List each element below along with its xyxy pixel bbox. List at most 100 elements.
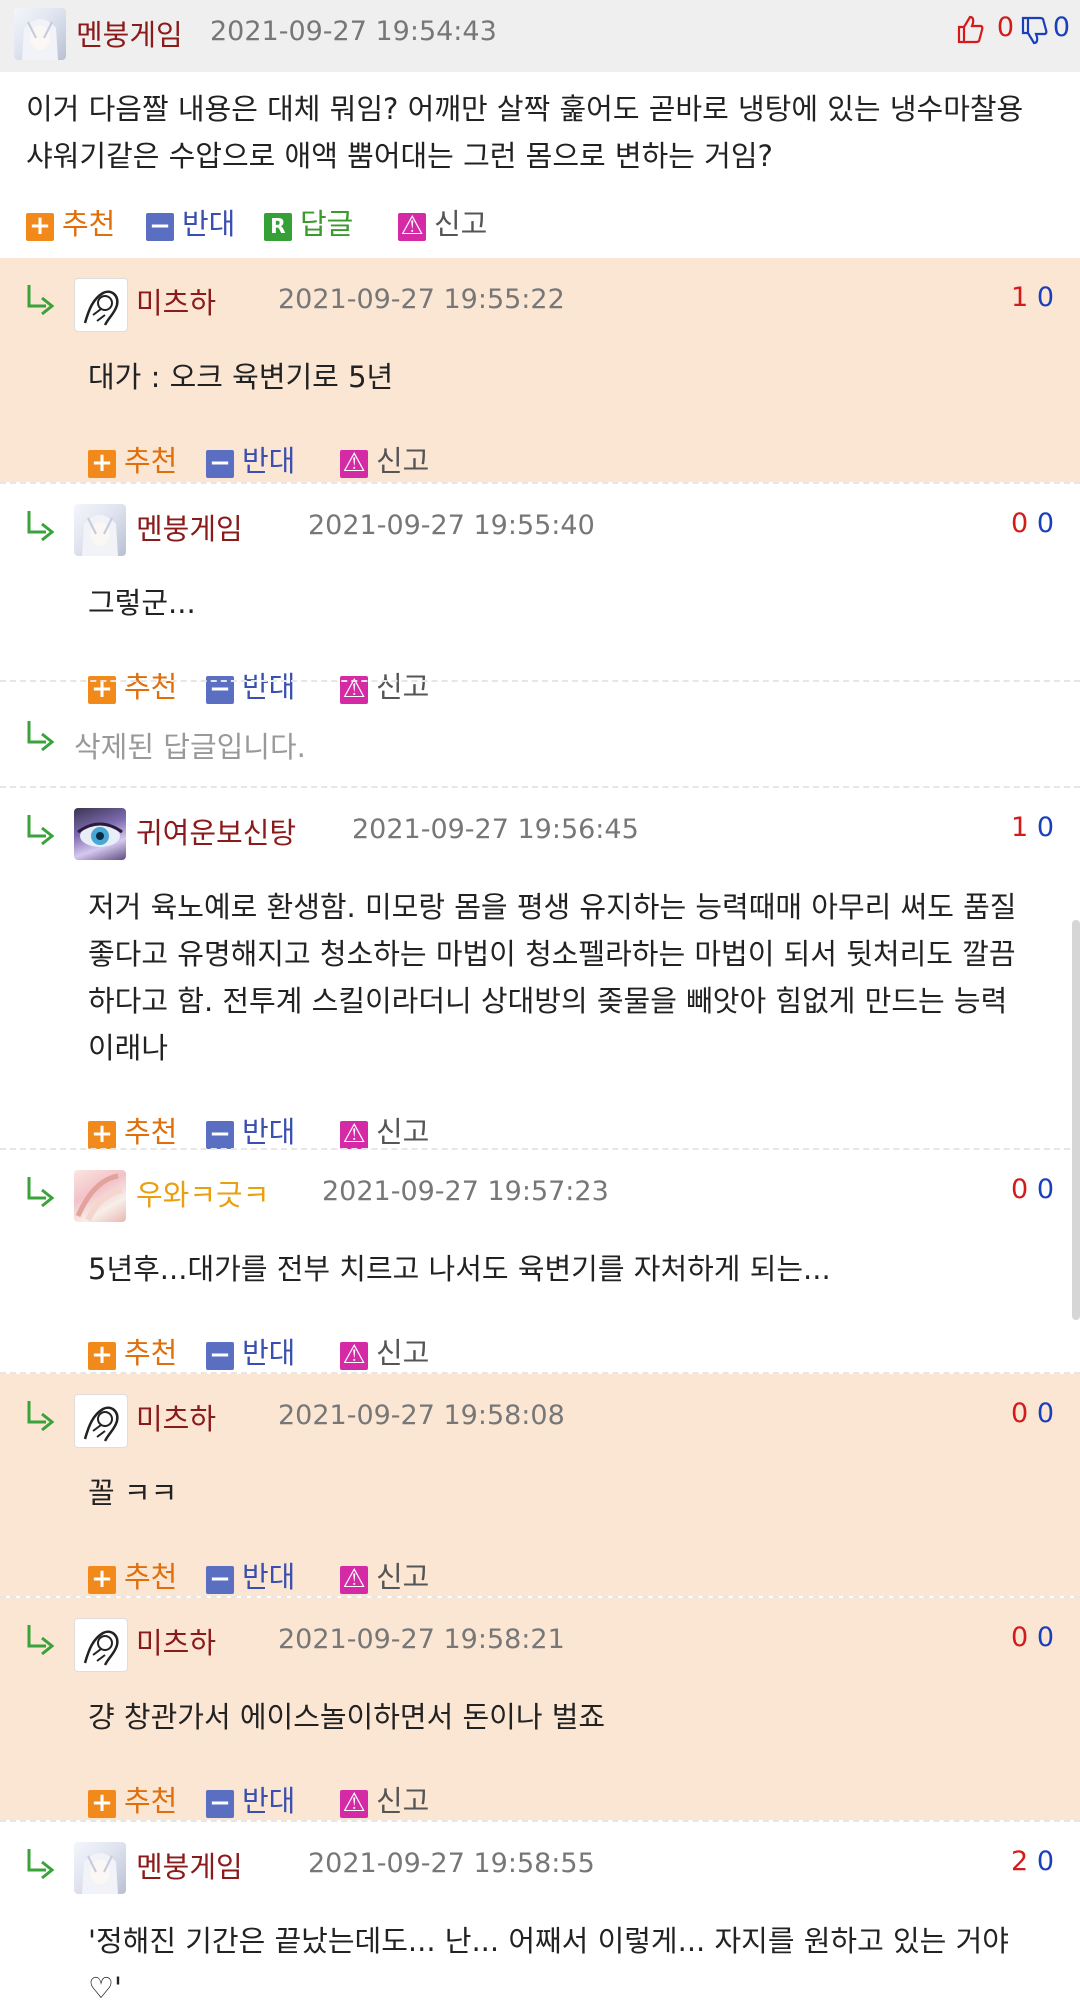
post-date: 2021-09-27 19:54:43 (210, 16, 497, 47)
upvote-count[interactable]: 1 (1011, 282, 1028, 313)
thumbs-up-icon[interactable] (956, 14, 984, 48)
rpt-icon: ⚠ (340, 1342, 368, 1370)
vote-count: 0 0 (1011, 1174, 1054, 1205)
comment-date: 2021-09-27 19:55:22 (278, 284, 565, 315)
reply-arrow-icon (24, 1846, 58, 1880)
comment-nickname[interactable]: 우와ㅋ긋ㅋ (136, 1172, 269, 1214)
comment-body-line: 저거 육노예로 환생함. 미모랑 몸을 평생 유지하는 능력때매 아무리 써도 … (88, 890, 1017, 924)
rpt-label: 신고 (434, 207, 488, 241)
rep-icon: R (264, 213, 292, 241)
upvote-count[interactable]: 2 (1011, 1846, 1028, 1877)
comment-item: 미츠하 2021-09-27 19:58:08 0 0 꼴 ㅋㅋ + 추천 − 반대 ⚠ 신고 (0, 1374, 1080, 1596)
rpt-icon: ⚠ (340, 1566, 368, 1594)
post-actions: + 추천 − 반대 R 답글 ⚠ 신고 (26, 204, 626, 244)
reply-arrow-icon (24, 1398, 58, 1432)
opp-icon: − (206, 1790, 234, 1818)
downvote-count[interactable]: 0 (1037, 812, 1054, 843)
rec-icon: + (88, 1566, 116, 1594)
comment-item: 우와ㅋ긋ㅋ 2021-09-27 19:57:23 0 0 5년후...대가를 전부 … (0, 1150, 1080, 1372)
comment-item: 귀여운보신탕 2021-09-27 19:56:45 1 0 저거 육노예로 환생함.… (0, 788, 1080, 1149)
post-header: 멘붕게임 2021-09-27 19:54:43 0 0 (0, 0, 1080, 72)
rec-label: 추천 (62, 207, 116, 241)
rpt-icon: ⚠ (340, 450, 368, 478)
eye-avatar[interactable] (74, 808, 126, 860)
comment-date: 2021-09-27 19:55:40 (308, 510, 595, 541)
deleted-comment: 삭제된 답글입니다. (0, 680, 1080, 786)
downvote-count[interactable]: 0 (1037, 1622, 1054, 1653)
rec-icon: + (88, 1342, 116, 1370)
comment-body-line: 꼴 ㅋㅋ (88, 1476, 178, 1510)
comment-body-line: '정해진 기간은 끝났는데도... 난... 어째서 이렇게... 자지를 원하… (88, 1924, 1009, 1958)
opp-label: 반대 (182, 207, 236, 241)
upvote-count[interactable]: 0 (1011, 508, 1028, 539)
downvote-count[interactable]: 0 (1037, 1846, 1054, 1877)
opp-label: 반대 (242, 1784, 296, 1818)
comment-body-line: 5년후...대가를 전부 치르고 나서도 육변기를 자처하게 되는... (88, 1252, 831, 1286)
comment-body-line: 그렇군... (88, 586, 196, 620)
comment-body-line: 대가 : 오크 육변기로 5년 (88, 360, 394, 394)
rec-icon: + (88, 450, 116, 478)
opp-icon: − (206, 450, 234, 478)
reply-arrow-icon (24, 282, 58, 316)
comment-actions: + 추천 − 반대 ⚠ 신고 (88, 1557, 488, 1597)
white-hair-avatar[interactable] (74, 504, 126, 556)
thumbs-down-icon[interactable] (1020, 16, 1048, 50)
white-hair-avatar[interactable] (14, 8, 66, 60)
rec-label: 추천 (124, 444, 178, 478)
upvote-count[interactable]: 0 (1011, 1622, 1028, 1653)
vote-count: 0 0 (1011, 508, 1054, 539)
comment-date: 2021-09-27 19:57:23 (322, 1176, 609, 1207)
reply-arrow-icon (24, 718, 58, 752)
scrollbar[interactable] (1072, 920, 1080, 1320)
comment-body: 꼴 ㅋㅋ (88, 1470, 1058, 1517)
comment-nickname[interactable]: 미츠하 (136, 1620, 216, 1662)
rec-label: 추천 (124, 1336, 178, 1370)
sketch-avatar[interactable] (74, 278, 128, 332)
comment-date: 2021-09-27 19:58:08 (278, 1400, 565, 1431)
sketch-avatar[interactable] (74, 1394, 128, 1448)
comment-date: 2021-09-27 19:56:45 (352, 814, 639, 845)
author-nickname[interactable]: 멘붕게임 (76, 12, 183, 54)
comment-nickname[interactable]: 귀여운보신탕 (136, 810, 296, 852)
rpt-label: 신고 (376, 1784, 430, 1818)
upvote-count[interactable]: 1 (1011, 812, 1028, 843)
downvote-count[interactable]: 0 (1037, 282, 1054, 313)
rep-label: 답글 (300, 207, 354, 241)
rpt-label: 신고 (376, 1336, 430, 1370)
vote-count: 1 0 (1011, 812, 1054, 843)
reply-arrow-icon (24, 1174, 58, 1208)
comment-body: '정해진 기간은 끝났는데도... 난... 어째서 이렇게... 자지를 원하… (88, 1918, 1058, 2012)
upvote-count[interactable]: 0 (1011, 1174, 1028, 1205)
vote-count: 0 0 (1011, 1398, 1054, 1429)
post-downvote-count[interactable]: 0 (1053, 12, 1070, 43)
comment-body-line: ♡' (88, 1971, 122, 2005)
upvote-count[interactable]: 0 (1011, 1398, 1028, 1429)
rec-label: 추천 (124, 1784, 178, 1818)
rpt-icon: ⚠ (340, 1121, 368, 1149)
comment-nickname[interactable]: 미츠하 (136, 1396, 216, 1438)
white-hair-avatar[interactable] (74, 1842, 126, 1894)
comment-nickname[interactable]: 멘붕게임 (136, 1844, 243, 1886)
post-body-line: 이거 다음짤 내용은 대체 뭐임? 어깨만 살짝 훑어도 곧바로 냉탕에 있는 … (26, 92, 1024, 126)
comment-actions: + 추천 − 반대 ⚠ 신고 (88, 441, 488, 481)
comment-nickname[interactable]: 미츠하 (136, 280, 216, 322)
rec-icon: + (26, 213, 54, 241)
pink-avatar[interactable] (74, 1170, 126, 1222)
rpt-label: 신고 (376, 1560, 430, 1594)
downvote-count[interactable]: 0 (1037, 1174, 1054, 1205)
opp-label: 반대 (242, 444, 296, 478)
downvote-count[interactable]: 0 (1037, 508, 1054, 539)
post-upvote-count[interactable]: 0 (997, 12, 1014, 43)
comment-item: 미츠하 2021-09-27 19:55:22 1 0 대가 : 오크 육변기로 5년… (0, 258, 1080, 482)
downvote-count[interactable]: 0 (1037, 1398, 1054, 1429)
comment-body: 그렇군... (88, 580, 1058, 627)
comment-body: 저거 육노예로 환생함. 미모랑 몸을 평생 유지하는 능력때매 아무리 써도 … (88, 884, 1058, 1072)
sketch-avatar[interactable] (74, 1618, 128, 1672)
comment-nickname[interactable]: 멘붕게임 (136, 506, 243, 548)
comment-item: 멘붕게임 2021-09-27 19:55:40 0 0 그렇군... + 추천 − 반대 ⚠ 신… (0, 484, 1080, 704)
post-body: 이거 다음짤 내용은 대체 뭐임? 어깨만 살짝 훑어도 곧바로 냉탕에 있는 … (26, 86, 1066, 180)
deleted-reply-text: 삭제된 답글입니다. (74, 730, 306, 764)
rpt-icon: ⚠ (340, 1790, 368, 1818)
comment-body: 대가 : 오크 육변기로 5년 (88, 354, 1058, 401)
comment-actions: + 추천 − 반대 ⚠ 신고 (88, 1781, 488, 1821)
